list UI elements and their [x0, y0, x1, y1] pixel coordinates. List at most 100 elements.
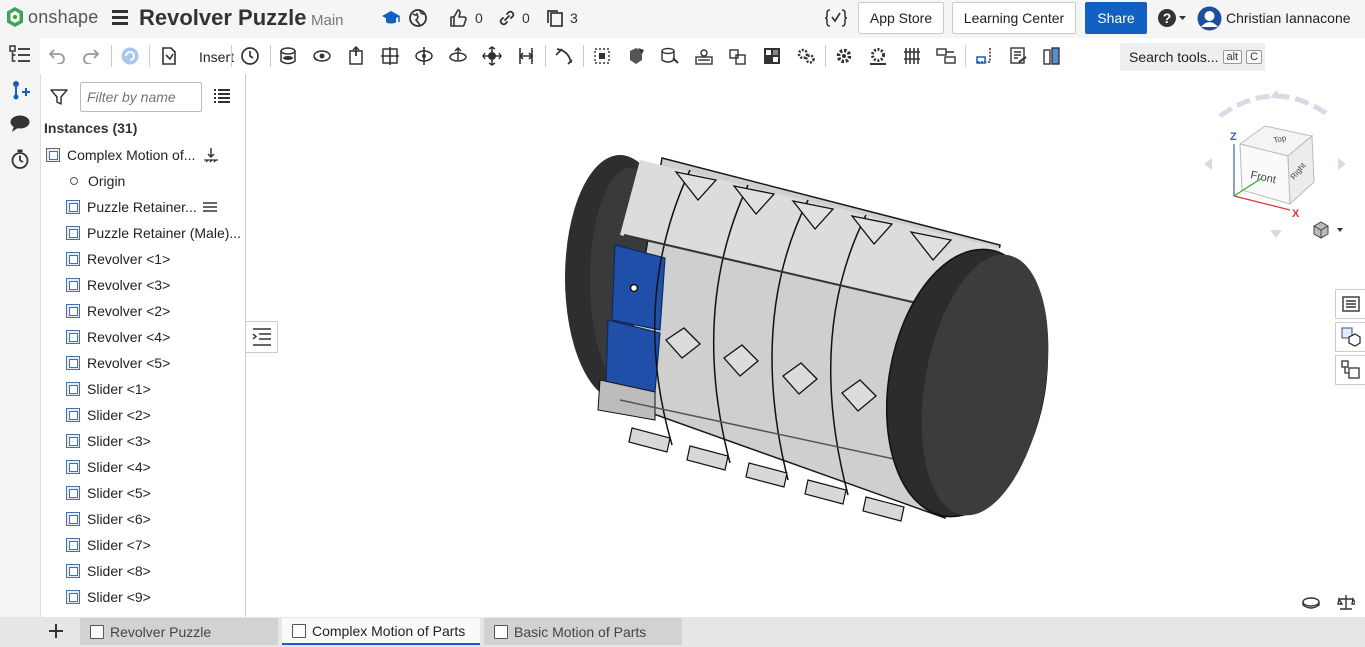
fixed-icon — [202, 202, 217, 212]
tab-revolver-puzzle[interactable]: Revolver Puzzle — [80, 618, 278, 645]
toolbar-divider — [825, 45, 826, 67]
variable-studio-icon[interactable] — [825, 8, 847, 28]
cylindrical-mate-icon[interactable] — [413, 46, 435, 66]
stopwatch-icon[interactable] — [9, 148, 31, 170]
assembly-icon — [46, 148, 60, 162]
rotate-down-arrow-icon[interactable] — [1270, 230, 1282, 238]
list-item[interactable]: Slider <7> — [66, 532, 151, 558]
rack-pinion-icon[interactable] — [867, 46, 889, 66]
parallel-mate-icon[interactable] — [515, 46, 537, 66]
fastened-mate-icon[interactable] — [277, 46, 299, 66]
gear-relation-icon[interactable] — [795, 46, 817, 66]
section-view-icon[interactable] — [1041, 46, 1063, 66]
mass-properties-icon[interactable] — [1337, 593, 1358, 616]
fixed-icon — [204, 148, 219, 163]
tab-label: Basic Motion of Parts — [514, 623, 647, 640]
globe-icon[interactable] — [408, 8, 428, 28]
redo-icon[interactable] — [80, 46, 102, 66]
list-item-label: Revolver <1> — [87, 251, 171, 267]
document-title[interactable]: Revolver Puzzle — [139, 5, 307, 31]
mirror-icon[interactable] — [727, 46, 749, 66]
part-icon — [66, 304, 80, 318]
model-viewport[interactable] — [250, 75, 1330, 615]
list-item[interactable]: Origin — [67, 168, 125, 194]
linear-relation-icon[interactable] — [935, 46, 957, 66]
screw-relation-icon[interactable] — [901, 46, 923, 66]
workspace-name[interactable]: Main — [311, 12, 344, 29]
undo-icon[interactable] — [46, 46, 68, 66]
copy-icon[interactable] — [545, 8, 565, 28]
list-item[interactable]: Revolver <3> — [66, 272, 170, 298]
mate-connector-tool-icon[interactable] — [625, 46, 647, 66]
ball-mate-icon[interactable] — [481, 46, 503, 66]
tab-basic-motion[interactable]: Basic Motion of Parts — [484, 618, 682, 645]
pattern-icon[interactable] — [693, 46, 715, 66]
history-icon[interactable] — [239, 46, 261, 66]
list-item-label: Puzzle Retainer... — [87, 199, 197, 215]
education-cap-icon[interactable] — [381, 8, 401, 28]
list-item[interactable]: Slider <8> — [66, 558, 151, 584]
list-item[interactable]: Slider <5> — [66, 480, 151, 506]
rotate-right-arrow-icon[interactable] — [1338, 158, 1346, 170]
list-item[interactable]: Slider <9> — [66, 584, 151, 610]
top-bar: onshape Revolver Puzzle Main 0 0 3 App S… — [0, 0, 1365, 38]
add-tab-icon[interactable] — [46, 621, 66, 646]
tab-complex-motion[interactable]: Complex Motion of Parts — [282, 618, 480, 645]
list-item[interactable]: Complex Motion of... — [46, 142, 219, 168]
avatar[interactable] — [1197, 6, 1222, 31]
revolute-mate-icon[interactable] — [311, 46, 333, 66]
appearance-panel-button[interactable] — [1335, 322, 1365, 352]
user-name[interactable]: Christian Iannacone — [1226, 10, 1351, 26]
explode-view-icon[interactable] — [761, 46, 783, 66]
help-icon[interactable]: ? — [1156, 8, 1188, 28]
search-tools-button[interactable]: Search tools... alt C — [1120, 43, 1265, 71]
regenerate-icon[interactable] — [119, 46, 141, 66]
tangent-mate-icon[interactable] — [553, 46, 575, 66]
mate-connector-icon[interactable] — [9, 79, 31, 101]
comments-icon[interactable] — [9, 113, 31, 135]
slider-mate-icon[interactable] — [345, 46, 367, 66]
link-icon[interactable] — [497, 8, 517, 28]
list-item[interactable]: Slider <6> — [66, 506, 151, 532]
list-item-label: Slider <6> — [87, 511, 151, 527]
part-icon — [66, 226, 80, 240]
list-item[interactable]: Revolver <1> — [66, 246, 170, 272]
group-icon[interactable] — [591, 46, 613, 66]
part-icon — [66, 252, 80, 266]
feature-list-icon[interactable] — [9, 44, 31, 66]
filter-input[interactable] — [80, 82, 202, 112]
list-item[interactable]: Puzzle Retainer (Male)... — [66, 220, 241, 246]
properties-panel-button[interactable] — [1335, 289, 1365, 319]
list-item[interactable]: Slider <4> — [66, 454, 151, 480]
menu-icon[interactable] — [112, 10, 128, 26]
instances-panel: Instances (31) Complex Motion of... Orig… — [40, 74, 246, 617]
list-item[interactable]: Revolver <4> — [66, 324, 170, 350]
part-icon — [66, 564, 80, 578]
learning-center-button[interactable]: Learning Center — [952, 2, 1076, 34]
onshape-logo[interactable]: onshape — [6, 6, 98, 28]
mate-features-panel-button[interactable] — [1335, 355, 1365, 385]
planar-mate-icon[interactable] — [379, 46, 401, 66]
filter-icon[interactable] — [50, 88, 68, 111]
units-icon[interactable] — [1302, 594, 1320, 615]
pin-slot-mate-icon[interactable] — [447, 46, 469, 66]
list-item[interactable]: Slider <3> — [66, 428, 151, 454]
insert-button[interactable]: Insert — [199, 49, 234, 65]
replicate-icon[interactable] — [659, 46, 681, 66]
insert-icon[interactable] — [158, 46, 180, 66]
list-item[interactable]: Slider <1> — [66, 376, 151, 402]
list-item[interactable]: Revolver <5> — [66, 350, 170, 376]
named-positions-icon[interactable] — [1007, 46, 1029, 66]
list-item[interactable]: Puzzle Retainer... — [66, 194, 217, 220]
list-view-icon[interactable] — [214, 89, 230, 108]
rotate-left-arrow-icon[interactable] — [1204, 158, 1212, 170]
like-icon[interactable] — [448, 8, 468, 28]
list-item[interactable]: Revolver <2> — [66, 298, 170, 324]
app-store-button[interactable]: App Store — [858, 2, 944, 34]
part-icon — [66, 590, 80, 604]
view-options-button[interactable] — [1312, 221, 1344, 244]
measure-icon[interactable] — [973, 46, 995, 66]
gear-icon[interactable] — [833, 46, 855, 66]
list-item[interactable]: Slider <2> — [66, 402, 151, 428]
share-button[interactable]: Share — [1085, 2, 1147, 34]
